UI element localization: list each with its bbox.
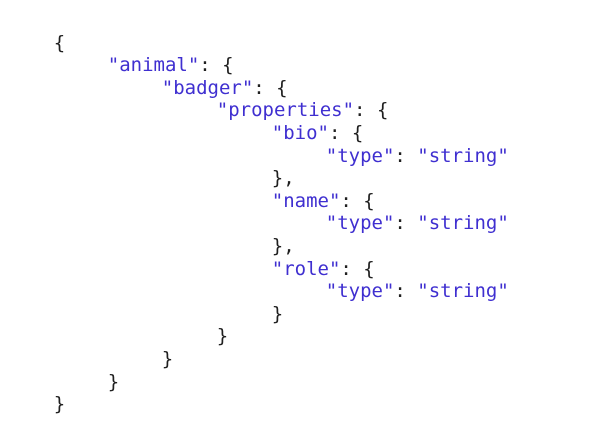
colon: : xyxy=(328,121,352,144)
colon: : xyxy=(394,144,418,167)
json-value-string: "string" xyxy=(417,280,509,303)
colon: : xyxy=(340,257,364,280)
colon: : xyxy=(394,212,418,235)
json-value-string: "string" xyxy=(417,144,509,167)
json-key-type: "type" xyxy=(325,212,395,235)
colon: : xyxy=(199,54,223,77)
code-line-1: { xyxy=(8,9,578,54)
close-brace: } xyxy=(271,302,284,325)
open-brace: { xyxy=(363,257,375,280)
root-open-brace: { xyxy=(53,31,66,54)
json-key-bio: "bio" xyxy=(271,121,329,144)
colon: : xyxy=(253,76,277,99)
root-close-brace: } xyxy=(53,393,66,416)
close-brace: } xyxy=(216,325,229,348)
json-key-type: "type" xyxy=(325,144,395,167)
close-brace: } xyxy=(107,370,120,393)
json-value-string: "string" xyxy=(417,212,509,235)
open-brace: { xyxy=(363,189,375,212)
open-brace: { xyxy=(376,99,389,122)
code-line-2: "animal": { xyxy=(8,32,578,76)
open-brace: { xyxy=(351,121,364,144)
colon: : xyxy=(354,99,377,122)
open-brace: { xyxy=(276,76,288,99)
json-key-properties: "properties" xyxy=(216,99,355,122)
close-brace-comma: }, xyxy=(271,167,295,190)
open-brace: { xyxy=(222,54,234,77)
json-key-name: "name" xyxy=(271,189,341,212)
json-code-view: { "animal": { "badger": { "properties": … xyxy=(8,9,578,416)
close-brace: } xyxy=(161,347,174,370)
colon: : xyxy=(340,189,364,212)
colon: : xyxy=(394,280,418,303)
json-key-badger: "badger" xyxy=(161,76,254,99)
json-key-animal: "animal" xyxy=(107,54,200,77)
json-key-role: "role" xyxy=(271,257,341,280)
json-key-type: "type" xyxy=(325,280,395,303)
close-brace-comma: }, xyxy=(271,234,295,257)
